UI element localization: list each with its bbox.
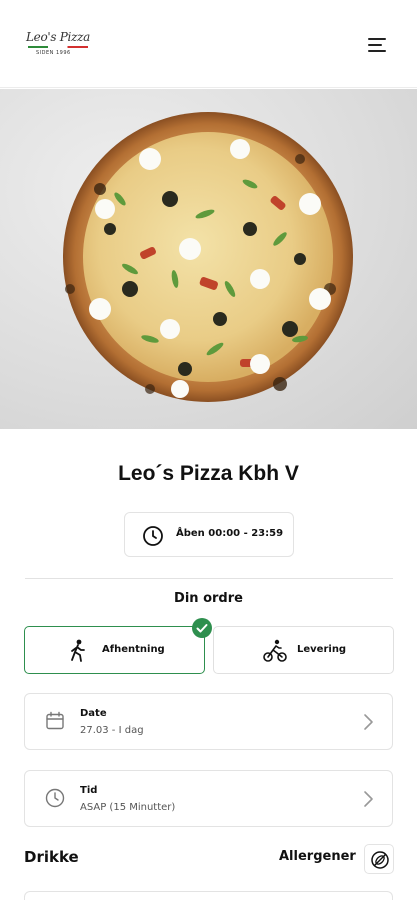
hamburger-icon[interactable] bbox=[366, 36, 388, 54]
product-card[interactable] bbox=[24, 891, 393, 900]
brand-logo[interactable]: Leo's Pizza SIDEN 1996 bbox=[26, 30, 90, 60]
date-label: Date bbox=[80, 708, 107, 719]
hero-image bbox=[0, 89, 417, 429]
pickup-option-button[interactable]: Afhentning bbox=[24, 626, 205, 674]
allergens-link[interactable]: Allergener bbox=[279, 849, 356, 864]
order-heading: Din ordre bbox=[174, 591, 243, 606]
app-header: Leo's Pizza SIDEN 1996 bbox=[0, 0, 417, 88]
no-allergen-icon bbox=[371, 851, 389, 869]
checkmark-icon bbox=[192, 618, 212, 638]
clock-icon bbox=[142, 525, 164, 551]
chevron-right-icon bbox=[362, 790, 374, 812]
logo-since-text: SIDEN 1996 bbox=[36, 50, 71, 56]
opening-hours-text: Åben 00:00 - 23:59 bbox=[176, 528, 284, 539]
store-name: Leo´s Pizza Kbh V bbox=[118, 462, 299, 485]
cyclist-icon bbox=[263, 639, 287, 667]
time-value: ASAP (15 Minutter) bbox=[80, 802, 176, 813]
logo-flag-stripe bbox=[28, 46, 88, 48]
chevron-right-icon bbox=[362, 713, 374, 735]
delivery-option-label: Levering bbox=[297, 644, 347, 655]
date-value: 27.03 - I dag bbox=[80, 725, 144, 736]
pickup-option-label: Afhentning bbox=[102, 644, 165, 655]
category-heading: Drikke bbox=[24, 848, 79, 866]
section-divider bbox=[25, 578, 393, 579]
time-label: Tid bbox=[80, 785, 98, 796]
opening-hours: Åben 00:00 - 23:59 bbox=[124, 512, 294, 557]
walking-person-icon bbox=[67, 639, 89, 667]
date-selector[interactable]: Date 27.03 - I dag bbox=[24, 693, 393, 750]
calendar-icon bbox=[45, 711, 65, 735]
pizza-photo bbox=[63, 112, 353, 402]
allergens-button[interactable] bbox=[364, 844, 394, 874]
clock-icon bbox=[45, 788, 65, 812]
delivery-option-button[interactable]: Levering bbox=[213, 626, 394, 674]
logo-script-text: Leo's Pizza bbox=[26, 30, 90, 44]
time-selector[interactable]: Tid ASAP (15 Minutter) bbox=[24, 770, 393, 827]
